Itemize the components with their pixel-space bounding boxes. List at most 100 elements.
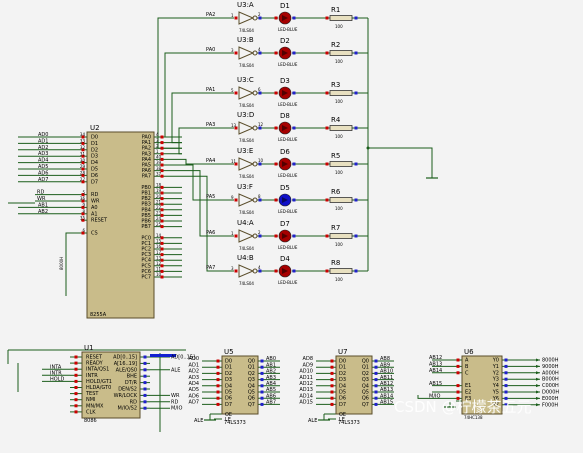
gate-pin-num: 2 <box>258 12 261 17</box>
led-pin <box>292 234 296 238</box>
u2-pinnum: 11 <box>156 267 162 272</box>
res-ref: R5 <box>331 152 340 160</box>
u1-pin-label: HLDA/GT0 <box>86 385 111 391</box>
u7-pin: D1 <box>339 365 346 371</box>
u5-pin-marker <box>216 365 220 369</box>
led-pin <box>274 162 278 166</box>
gate-pin-num: 13 <box>231 123 237 128</box>
gate-pin-num: 11 <box>231 159 237 164</box>
led-pin <box>274 198 278 202</box>
u2-pin-a0: A0 <box>91 205 98 211</box>
u7-out-net: AB8 <box>380 356 390 362</box>
inverter-gate-1 <box>238 46 255 60</box>
u5-out-net: AB0 <box>266 356 276 362</box>
u5-pin: Q1 <box>248 365 255 371</box>
u2-pinnum: 8 <box>82 209 85 214</box>
channel-net-label: PA2 <box>206 12 215 18</box>
led-pin <box>292 198 296 202</box>
u1-net-label: ALE <box>171 367 180 373</box>
u1-pin-label: WR/LOCK <box>114 393 138 399</box>
u2-pinnum: 30 <box>80 158 86 163</box>
u2-net-label: AB2 <box>38 209 48 215</box>
gate-pin-num: 3 <box>231 266 234 271</box>
u2-pin-d4: D4 <box>91 160 98 166</box>
gate-pin-in <box>234 234 238 238</box>
u1-pin-marker <box>143 393 147 397</box>
led-type: LED-BLUE <box>278 245 298 250</box>
u1-pin-marker <box>143 368 147 372</box>
u7-pin-marker <box>330 378 334 382</box>
u2-pin-d5: D5 <box>91 167 98 173</box>
u6-out-net: D000H <box>542 390 559 396</box>
resistor-r3 <box>329 90 353 96</box>
u2-pinnum: 1 <box>156 149 159 154</box>
u2-net-label: AD3 <box>38 151 48 157</box>
led-type: LED-BLUE <box>278 102 298 107</box>
u1-pin-marker <box>143 406 147 410</box>
u2-pinnum: 39 <box>156 160 162 165</box>
u5-in-net: AD0 <box>189 356 199 362</box>
res-pin <box>354 198 358 202</box>
gate-pin-num: 8 <box>258 194 261 199</box>
u7-pin: Q4 <box>362 383 369 389</box>
channel-1-input-wire <box>164 52 234 138</box>
u2-pinnum: 27 <box>80 177 86 182</box>
u1-net-label: WR <box>171 393 180 399</box>
led-pin <box>274 16 278 20</box>
u5-pin-marker <box>260 371 264 375</box>
led-type: LED-BLUE <box>278 173 298 178</box>
res-pin <box>354 91 358 95</box>
u6-in-net: AB15 <box>429 381 442 387</box>
gate-pin-in <box>234 16 238 20</box>
led-type: LED-BLUE <box>278 137 298 142</box>
u7-out-net: AB12 <box>380 381 393 387</box>
u6-out-arrow <box>536 403 540 407</box>
u5-out-net: AB3 <box>266 375 276 381</box>
gate-ref: U3:E <box>237 147 253 155</box>
res-ref: R2 <box>331 41 340 49</box>
channel-net-label: PA3 <box>206 122 215 128</box>
u2-pin-a1: A1 <box>91 211 98 217</box>
u2-net-label: AD2 <box>38 145 48 151</box>
u2-pinnum: 4 <box>156 132 159 137</box>
gate-pin-num: 10 <box>258 158 264 163</box>
led-ref: D2 <box>280 37 290 45</box>
u5-pin: D4 <box>225 383 232 389</box>
u5-pin-marker <box>260 396 264 400</box>
u5-pin: D0 <box>225 359 232 365</box>
u6-pin: B <box>465 364 469 370</box>
u1-pin-label: INTA/QS1 <box>86 367 109 373</box>
u7-in-net: AD10 <box>299 369 313 375</box>
u6-out-net: E000H <box>542 396 559 402</box>
gate-pin-num: 12 <box>258 122 264 127</box>
led-ref: D5 <box>280 184 290 192</box>
u1-net-label: INTA <box>50 364 62 370</box>
led-pin <box>274 269 278 273</box>
gate-type: 74LS04 <box>239 28 254 33</box>
u6-pin-marker <box>456 358 460 362</box>
u5-pin-marker <box>216 359 220 363</box>
u5-pin-marker <box>260 359 264 363</box>
u6-ref: U6 <box>464 348 474 356</box>
u2-pin-pa7: PA7 <box>142 174 151 180</box>
u5-pin-marker <box>216 378 220 382</box>
u6-pin: Y2 <box>492 370 499 376</box>
u7-pin: Q2 <box>362 371 369 377</box>
u6-in-net: AB13 <box>429 362 442 368</box>
resistor-r2 <box>329 50 353 56</box>
u6-out-net: 8000H <box>542 358 559 364</box>
u5-pin-marker <box>260 390 264 394</box>
res-pin <box>325 126 329 130</box>
u7-pin: D2 <box>339 371 346 377</box>
u5-pin: Q3 <box>248 377 255 383</box>
u2-pinnum: 37 <box>156 171 162 176</box>
u1-net-label: HOLD <box>50 377 64 383</box>
res-value: 100 <box>335 170 343 175</box>
gate-pin-in <box>234 198 238 202</box>
res-ref: R1 <box>331 6 340 14</box>
u2-net-label: AB1 <box>38 202 48 208</box>
gate-pin-num: 2 <box>258 230 261 235</box>
u2-pinnum: 6 <box>82 228 85 233</box>
u1-pin-label: ALE/QS0 <box>116 367 137 373</box>
u2-ref: U2 <box>90 124 100 132</box>
